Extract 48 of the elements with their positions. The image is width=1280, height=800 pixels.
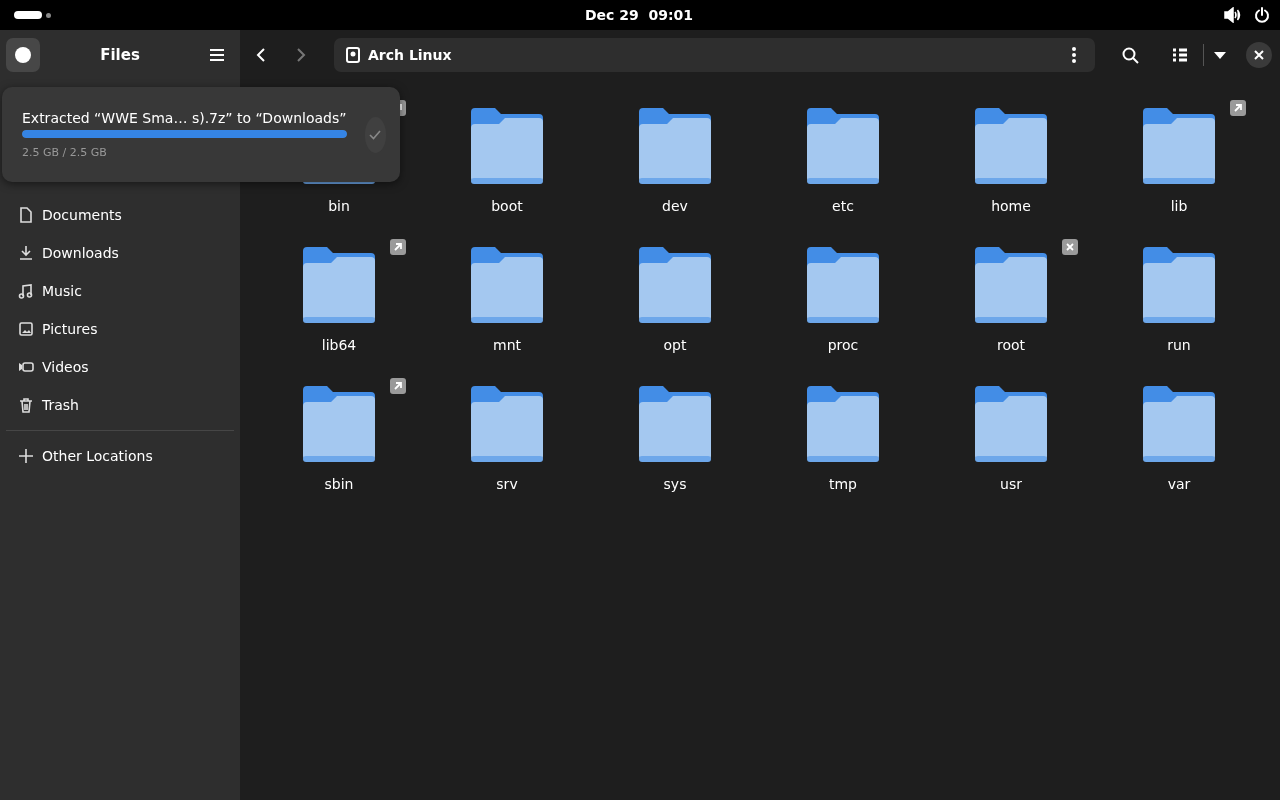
- folder-name: opt: [663, 337, 687, 353]
- operation-message: Extracted “WWE Sma… s).7z” to “Downloads”: [22, 110, 347, 126]
- folder-item[interactable]: lib64: [255, 241, 423, 380]
- folder-item[interactable]: boot: [423, 102, 591, 241]
- folder-item[interactable]: srv: [423, 380, 591, 519]
- folder-name: mnt: [493, 337, 521, 353]
- folder-name: var: [1167, 476, 1191, 492]
- folder-name: srv: [496, 476, 518, 492]
- sidebar-title: Files: [99, 46, 141, 64]
- folder-item[interactable]: opt: [591, 241, 759, 380]
- folder-item[interactable]: proc: [759, 241, 927, 380]
- folder-item[interactable]: sbin: [255, 380, 423, 519]
- progress-text: 2.5 GB / 2.5 GB: [22, 146, 108, 159]
- folder-name: proc: [827, 337, 859, 353]
- folder-item[interactable]: etc: [759, 102, 927, 241]
- sidebar-item[interactable]: Trash: [6, 386, 234, 424]
- location-label: Arch Linux: [368, 47, 453, 63]
- folder-name: boot: [491, 198, 523, 214]
- path-bar[interactable]: Arch Linux: [334, 38, 1095, 72]
- clock[interactable]: Dec 29 09:01: [584, 7, 694, 23]
- other-locations-item[interactable]: Other Locations: [6, 437, 234, 475]
- folder-name: usr: [1000, 476, 1022, 492]
- folder-name: tmp: [829, 476, 857, 492]
- folder-item[interactable]: sys: [591, 380, 759, 519]
- folder-item[interactable]: run: [1095, 241, 1263, 380]
- sidebar-item[interactable]: Documents: [6, 196, 234, 234]
- sidebar-item[interactable]: Music: [6, 272, 234, 310]
- folder-name: run: [1167, 337, 1191, 353]
- folder-name: dev: [662, 198, 688, 214]
- folder-item[interactable]: var: [1095, 380, 1263, 519]
- folder-name: sys: [663, 476, 687, 492]
- folder-name: lib: [1170, 198, 1188, 214]
- folder-name: root: [996, 337, 1026, 353]
- folder-item[interactable]: usr: [927, 380, 1095, 519]
- folder-name: home: [991, 198, 1031, 214]
- sidebar-item[interactable]: Downloads: [6, 234, 234, 272]
- folder-name: lib64: [321, 337, 357, 353]
- folder-name: etc: [832, 198, 854, 214]
- folder-name: sbin: [324, 476, 354, 492]
- folder-item[interactable]: home: [927, 102, 1095, 241]
- folder-item[interactable]: lib: [1095, 102, 1263, 241]
- sidebar-item[interactable]: Pictures: [6, 310, 234, 348]
- folder-item[interactable]: dev: [591, 102, 759, 241]
- sidebar-item[interactable]: Videos: [6, 348, 234, 386]
- folder-item[interactable]: mnt: [423, 241, 591, 380]
- folder-item[interactable]: root: [927, 241, 1095, 380]
- folder-item[interactable]: tmp: [759, 380, 927, 519]
- folder-name: bin: [328, 198, 350, 214]
